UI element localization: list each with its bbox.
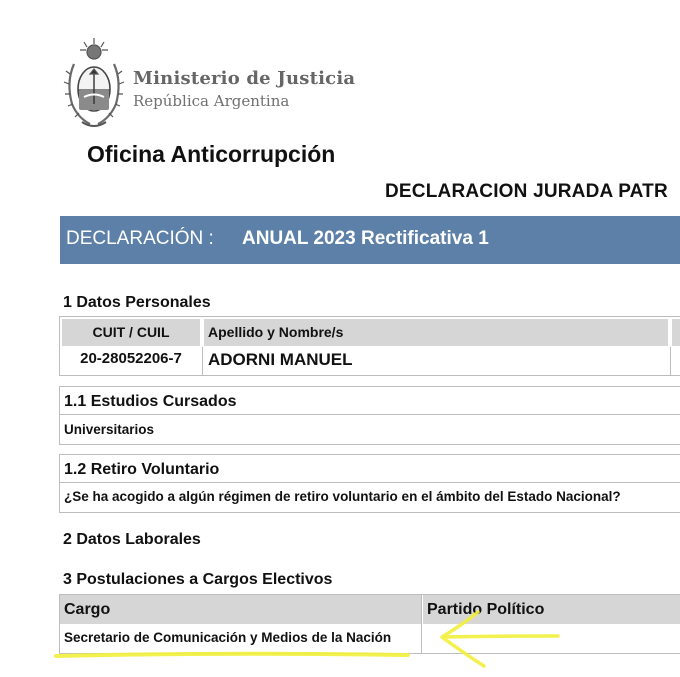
- ministry-line1: Ministerio de Justicia: [133, 68, 356, 89]
- section-heading-labor: 2 Datos Laborales: [63, 531, 201, 548]
- ministry-name: Ministerio de Justicia República Argenti…: [133, 68, 355, 112]
- cell-divider: [421, 595, 422, 653]
- section-heading-studies: 1.1 Estudios Cursados: [64, 393, 237, 410]
- name-value: ADORNI MANUEL: [208, 350, 353, 369]
- studies-box: 1.1 Estudios Cursados Universitarios: [59, 386, 680, 445]
- cell-divider: [202, 347, 203, 375]
- declaration-value: ANUAL 2023 Rectificativa 1: [242, 228, 489, 249]
- declaration-label: DECLARACIÓN :: [66, 228, 214, 249]
- section-heading-candidacies: 3 Postulaciones a Cargos Electivos: [63, 571, 333, 588]
- candidacies-table: Cargo Partido Político Secretario de Com…: [59, 594, 680, 654]
- section-heading-personal: 1 Datos Personales: [63, 294, 211, 311]
- retirement-box: 1.2 Retiro Voluntario ¿Se ha acogido a a…: [59, 454, 680, 513]
- column-header-cargo: Cargo: [60, 595, 421, 624]
- highlight-underline: [54, 651, 410, 658]
- personal-data-table: CUIT / CUIL Apellido y Nombre/s 20-28052…: [59, 316, 680, 376]
- document-title: DECLARACION JURADA PATR: [385, 181, 668, 202]
- column-header-name: Apellido y Nombre/s: [204, 319, 668, 346]
- divider: [60, 414, 680, 415]
- declaration-bar: DECLARACIÓN : ANUAL 2023 Rectificativa 1: [60, 216, 680, 264]
- ministry-line2: República Argentina: [133, 92, 290, 110]
- cell-divider: [670, 347, 671, 375]
- column-header-partido: Partido Político: [423, 595, 680, 624]
- column-header-cuit: CUIT / CUIL: [62, 319, 200, 346]
- retirement-question: ¿Se ha acogido a algún régimen de retiro…: [64, 489, 621, 504]
- coat-of-arms-seal: [63, 38, 125, 127]
- cuit-value: 20-28052206-7: [80, 350, 182, 367]
- column-header-extra: [672, 319, 680, 346]
- studies-value: Universitarios: [64, 422, 155, 437]
- divider: [60, 482, 680, 483]
- office-title: Oficina Anticorrupción: [87, 141, 336, 167]
- section-heading-retirement: 1.2 Retiro Voluntario: [64, 461, 220, 478]
- cargo-value: Secretario de Comunicación y Medios de l…: [64, 630, 392, 645]
